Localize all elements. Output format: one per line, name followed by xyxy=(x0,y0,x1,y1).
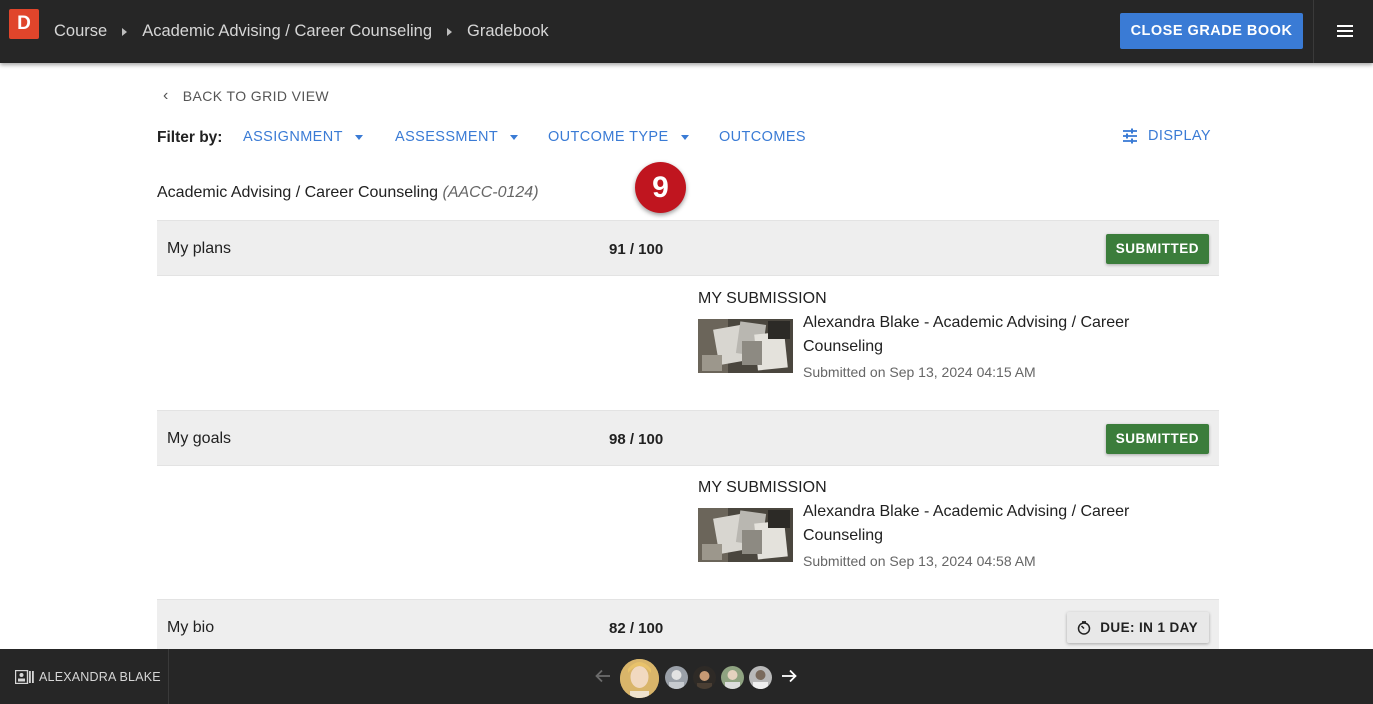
submission-thumbnail[interactable] xyxy=(698,508,793,562)
course-code: (AACC-0124) xyxy=(442,184,539,201)
filter-outcomes[interactable]: OUTCOMES xyxy=(719,129,806,145)
app-logo[interactable]: D xyxy=(9,9,39,39)
id-card-icon xyxy=(15,669,34,684)
caret-down-icon xyxy=(354,134,363,140)
divider xyxy=(168,649,169,704)
student-avatar[interactable] xyxy=(749,666,772,689)
student-avatar[interactable] xyxy=(665,666,688,689)
display-label: DISPLAY xyxy=(1148,128,1211,144)
status-badge: SUBMITTED xyxy=(1105,234,1209,264)
submission-heading: MY SUBMISSION xyxy=(698,479,827,496)
arrow-left-icon[interactable] xyxy=(594,667,612,685)
assignment-name: My goals xyxy=(167,430,232,447)
step-number-badge: 9 xyxy=(635,162,686,213)
back-to-grid-view-link[interactable]: ‹ BACK TO GRID VIEW xyxy=(163,86,329,106)
breadcrumb: Course Academic Advising / Career Counse… xyxy=(54,0,549,63)
filter-bar: Filter by: ASSIGNMENT ASSESSMENT OUTCOME… xyxy=(157,126,1217,150)
submission-date: Submitted on Sep 13, 2024 04:58 AM xyxy=(803,553,1036,569)
divider xyxy=(1313,0,1314,63)
assignment-score: 98 / 100 xyxy=(609,431,664,448)
bottom-bar: ALEXANDRA BLAKE xyxy=(0,649,1373,704)
student-avatar[interactable] xyxy=(693,666,716,689)
course-title: Academic Advising / Career Counseling (A… xyxy=(157,184,539,202)
submission-panel: MY SUBMISSION Alexandra Blake - Academic… xyxy=(698,479,1218,569)
filter-assignment[interactable]: ASSIGNMENT xyxy=(243,129,363,145)
breadcrumb-gradebook: Gradebook xyxy=(467,22,549,40)
assignment-name: My plans xyxy=(167,240,232,257)
close-grade-book-button[interactable]: CLOSE GRADE BOOK xyxy=(1120,13,1303,49)
caret-right-icon xyxy=(447,27,453,36)
chevron-left-icon: ‹ xyxy=(163,87,169,104)
assignment-row[interactable]: My plans 91 / 100 SUBMITTED xyxy=(157,220,1219,276)
submission-panel: MY SUBMISSION Alexandra Blake - Academic… xyxy=(698,290,1218,380)
due-status-badge: DUE: IN 1 DAY xyxy=(1067,612,1209,643)
breadcrumb-course-name[interactable]: Academic Advising / Career Counseling xyxy=(142,22,432,41)
filter-outcome-type-label: OUTCOME TYPE xyxy=(548,129,669,145)
submission-thumbnail[interactable] xyxy=(698,319,793,373)
student-avatar[interactable] xyxy=(721,666,744,689)
caret-down-icon xyxy=(510,134,519,140)
assignment-score: 91 / 100 xyxy=(609,241,664,258)
tune-icon xyxy=(1123,128,1138,144)
filter-assignment-label: ASSIGNMENT xyxy=(243,129,343,145)
submission-date: Submitted on Sep 13, 2024 04:15 AM xyxy=(803,364,1036,380)
assignment-score: 82 / 100 xyxy=(609,620,664,637)
menu-icon[interactable] xyxy=(1337,25,1353,37)
submission-title-link[interactable]: Alexandra Blake - Academic Advising / Ca… xyxy=(803,311,1163,359)
assignment-row[interactable]: My bio 82 / 100 DUE: IN 1 DAY xyxy=(157,599,1219,655)
display-button[interactable]: DISPLAY xyxy=(1122,128,1211,144)
caret-right-icon xyxy=(122,27,128,36)
assignment-row[interactable]: My goals 98 / 100 SUBMITTED xyxy=(157,410,1219,466)
course-name: Academic Advising / Career Counseling xyxy=(157,184,439,201)
filter-outcome-type[interactable]: OUTCOME TYPE xyxy=(548,129,689,145)
submission-title-link[interactable]: Alexandra Blake - Academic Advising / Ca… xyxy=(803,500,1163,548)
back-link-label: BACK TO GRID VIEW xyxy=(182,88,330,104)
timer-icon xyxy=(1078,620,1091,635)
status-badge: SUBMITTED xyxy=(1105,424,1209,454)
student-name: ALEXANDRA BLAKE xyxy=(39,669,161,684)
student-avatar-current[interactable] xyxy=(620,659,659,698)
due-status-label: DUE: IN 1 DAY xyxy=(1100,620,1198,635)
arrow-right-icon[interactable] xyxy=(780,667,798,685)
breadcrumb-course[interactable]: Course xyxy=(54,22,107,41)
filter-assessment[interactable]: ASSESSMENT xyxy=(395,129,519,145)
caret-down-icon xyxy=(680,134,689,140)
assignment-name: My bio xyxy=(167,619,215,636)
filter-label: Filter by: xyxy=(157,129,223,146)
top-bar: D Course Academic Advising / Career Coun… xyxy=(0,0,1373,63)
submission-heading: MY SUBMISSION xyxy=(698,290,827,307)
filter-outcomes-label: OUTCOMES xyxy=(719,129,806,145)
current-student[interactable]: ALEXANDRA BLAKE xyxy=(15,649,161,704)
filter-assessment-label: ASSESSMENT xyxy=(395,129,499,145)
